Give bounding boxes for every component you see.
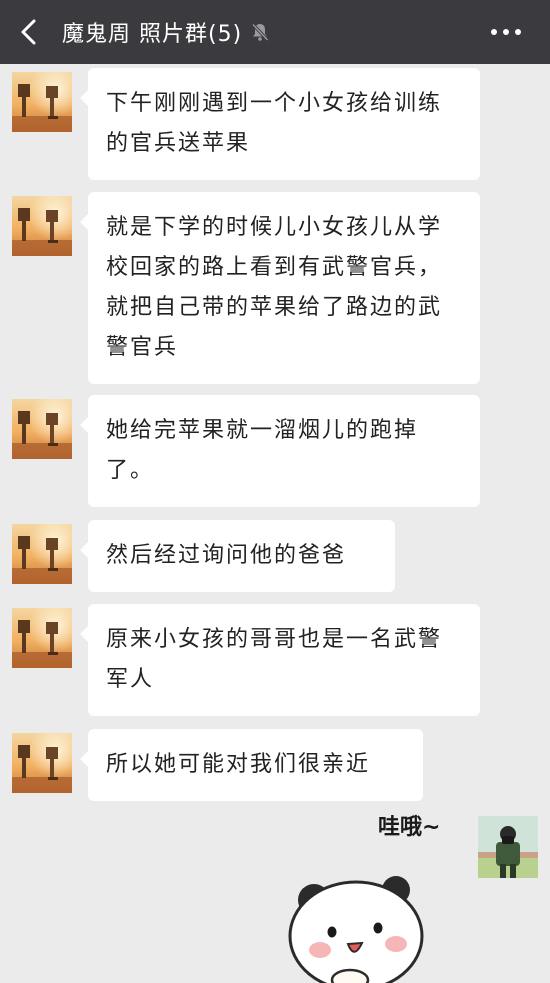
message-bubble[interactable]: 原来小女孩的哥哥也是一名武警军人: [80, 604, 480, 716]
title-group: 魔鬼周 照片群(5): [62, 14, 270, 50]
chat-area[interactable]: 下午刚刚遇到一个小女孩给训练的官兵送苹果 就是下学的时候儿小女孩儿从学校回家的路…: [0, 64, 550, 983]
chat-header: 魔鬼周 照片群(5): [0, 0, 550, 64]
message-text: 下午刚刚遇到一个小女孩给训练的官兵送苹果: [106, 91, 443, 156]
message-bubble[interactable]: 她给完苹果就一溜烟儿的跑掉了。: [80, 395, 480, 507]
avatar[interactable]: [12, 399, 72, 459]
message-text: 就是下学的时候儿小女孩儿从学校回家的路上看到有武警官兵，就把自己带的苹果给了路边…: [106, 215, 443, 360]
message-bubble[interactable]: 然后经过询问他的爸爸: [80, 520, 395, 592]
avatar[interactable]: [12, 72, 72, 132]
avatar[interactable]: [12, 196, 72, 256]
more-dots-icon[interactable]: [488, 21, 524, 43]
message-text: 原来小女孩的哥哥也是一名武警军人: [106, 627, 443, 692]
message-bubble[interactable]: 下午刚刚遇到一个小女孩给训练的官兵送苹果: [80, 68, 480, 180]
avatar[interactable]: [12, 608, 72, 668]
chevron-left-icon[interactable]: [14, 17, 44, 47]
self-avatar[interactable]: [478, 816, 538, 878]
chat-title: 魔鬼周 照片群(5): [62, 22, 243, 47]
message-bubble[interactable]: 所以她可能对我们很亲近: [80, 729, 423, 801]
avatar[interactable]: [12, 733, 72, 793]
panda-sticker[interactable]: 哇哦~: [268, 804, 468, 983]
message-text: 然后经过询问他的爸爸: [106, 543, 347, 568]
message-bubble[interactable]: 就是下学的时候儿小女孩儿从学校回家的路上看到有武警官兵，就把自己带的苹果给了路边…: [80, 192, 480, 384]
message-text: 所以她可能对我们很亲近: [106, 752, 371, 777]
bell-muted-icon: [252, 23, 269, 42]
avatar[interactable]: [12, 524, 72, 584]
message-text: 她给完苹果就一溜烟儿的跑掉了。: [106, 418, 419, 483]
sticker-caption: 哇哦~: [378, 815, 440, 840]
